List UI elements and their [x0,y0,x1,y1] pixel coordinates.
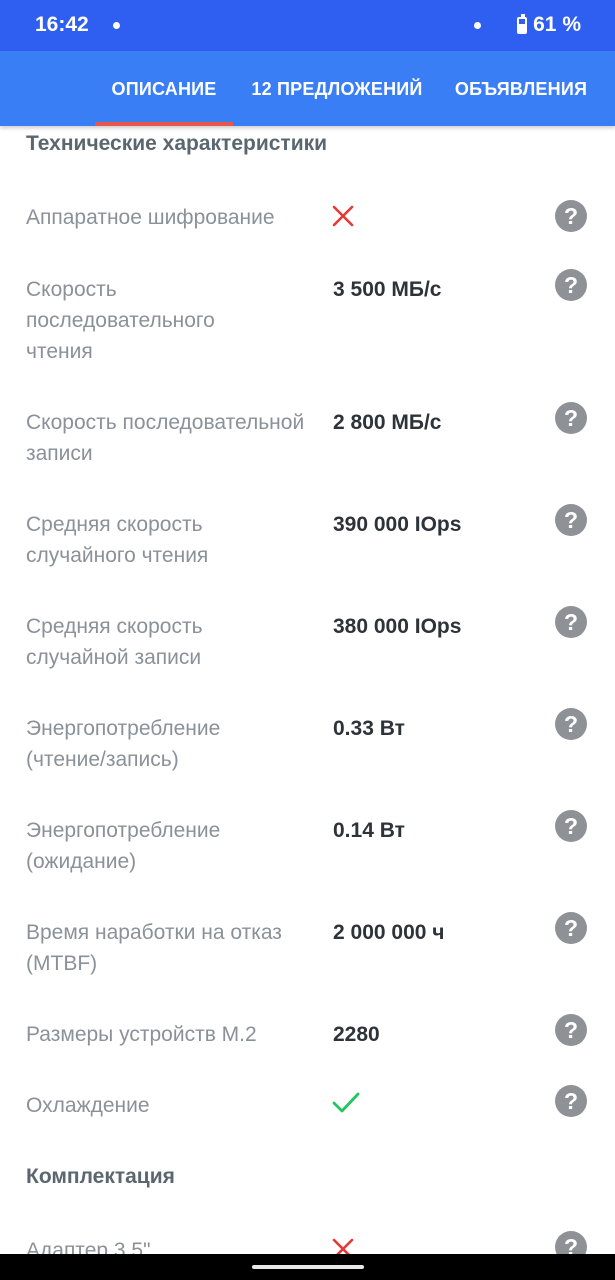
help-icon[interactable]: ? [555,1014,587,1046]
spec-value: 0.14 Вт [333,819,405,842]
spec-value: 390 000 IOps [333,513,462,536]
check-icon [332,1092,360,1113]
battery-indicator: 61 % [517,13,581,37]
spec-value: 380 000 IOps [333,615,462,638]
navigation-bar [0,1254,615,1280]
spec-label: Охлаждение [26,1094,150,1117]
spec-label: Размеры устройств M.2 [26,1023,257,1046]
help-icon[interactable]: ? [555,504,587,536]
spec-value: 2 000 000 ч [333,921,445,944]
help-icon[interactable]: ? [555,269,587,301]
help-icon[interactable]: ? [555,708,587,740]
spec-label: Аппаратное шифрование [26,206,275,229]
spec-label: Энергопотребление (ожидание) [26,819,221,873]
spec-label: Средняя скорость случайного чтения [26,513,209,567]
spec-value: 2 800 МБ/с [333,411,442,434]
notification-dot-icon [474,22,481,29]
tab-bar: ОПИСАНИЕ 12 ПРЕДЛОЖЕНИЙ ОБЪЯВЛЕНИЯ [0,51,615,126]
spec-label: Адаптер 3.5" [26,1239,151,1254]
help-icon[interactable]: ? [555,402,587,434]
battery-icon [517,13,528,34]
spec-label: Скорость последовательного чтения [26,278,215,363]
help-icon[interactable]: ? [555,1231,587,1254]
section-title-kit: Комплектация [26,1165,175,1188]
spec-label: Средняя скорость случайной записи [26,615,203,669]
help-icon[interactable]: ? [555,1085,587,1117]
cross-icon [332,205,354,227]
spec-list[interactable]: Технические характеристики Аппаратное ши… [0,126,615,1254]
help-icon[interactable]: ? [555,810,587,842]
help-icon[interactable]: ? [555,912,587,944]
spec-label: Скорость последовательной записи [26,411,305,465]
spec-value: 2280 [333,1023,380,1046]
cross-icon [332,1238,354,1254]
tab-listings[interactable]: ОБЪЯВЛЕНИЯ [450,51,592,126]
tab-offers[interactable]: 12 ПРЕДЛОЖЕНИЙ [243,51,431,126]
section-title-specs: Технические характеристики [26,132,328,155]
tab-description[interactable]: ОПИСАНИЕ [95,51,233,126]
notification-dot-icon [113,22,120,29]
spec-value: 0.33 Вт [333,717,405,740]
status-time: 16:42 [35,13,89,36]
spec-value: 3 500 МБ/с [333,278,442,301]
home-gesture-handle[interactable] [252,1265,364,1269]
spec-label: Время наработки на отказ (MTBF) [26,921,282,975]
battery-percent: 61 % [533,13,581,36]
status-bar: 16:42 61 % [0,0,615,51]
spec-label: Энергопотребление (чтение/запись) [26,717,221,771]
help-icon[interactable]: ? [555,200,587,232]
help-icon[interactable]: ? [555,606,587,638]
